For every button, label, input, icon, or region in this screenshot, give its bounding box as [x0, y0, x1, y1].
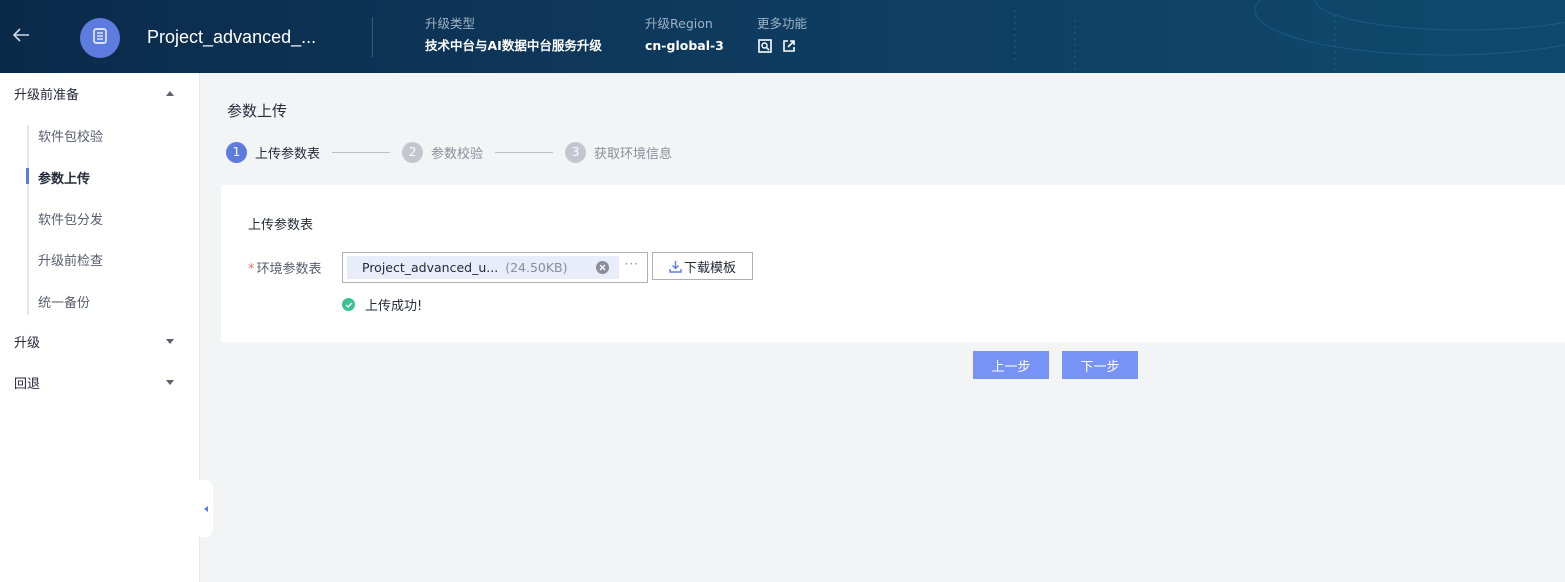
env-param-label-text: 环境参数表 — [256, 262, 322, 277]
sidebar-item-package-distribute[interactable]: 软件包分发 — [38, 209, 103, 228]
download-icon — [669, 260, 682, 273]
env-param-label: * 环境参数表 — [248, 258, 322, 277]
sidebar-group-upgrade[interactable]: 升级 — [14, 331, 184, 351]
chevron-left-icon — [204, 505, 208, 512]
sidebar-group-label: 回退 — [14, 376, 41, 392]
sidebar: 升级前准备 软件包校验 参数上传 软件包分发 升级前检查 统一备份 升级 回退 — [0, 73, 200, 582]
chevron-up-icon — [166, 90, 174, 96]
upgrade-region-label: 升级Region — [645, 16, 713, 31]
search-report-icon[interactable] — [757, 38, 773, 54]
step-label: 上传参数表 — [255, 146, 321, 162]
page-title: 参数上传 — [227, 102, 288, 120]
step-label: 参数校验 — [431, 146, 484, 162]
upgrade-region-field: 升级Region cn-global-3 — [645, 16, 724, 54]
uploaded-file-chip: Project_advanced_u... (24.50KB) — [347, 256, 619, 279]
more-files-button[interactable]: ··· — [625, 257, 639, 271]
back-button[interactable] — [8, 24, 34, 50]
upgrade-type-value: 技术中台与AI数据中台服务升级 — [425, 38, 602, 53]
document-icon — [91, 27, 109, 49]
sidebar-group-pre-upgrade[interactable]: 升级前准备 — [14, 83, 184, 103]
upgrade-type-field: 升级类型 技术中台与AI数据中台服务升级 — [425, 16, 602, 54]
chevron-down-icon — [166, 379, 174, 385]
step-number: 3 — [565, 141, 587, 163]
external-link-icon[interactable] — [781, 38, 797, 54]
more-functions-field: 更多功能 — [757, 16, 807, 54]
step-connector — [495, 151, 554, 153]
step-1: 1 上传参数表 — [226, 141, 321, 163]
top-header: Project_advanced_... 升级类型 技术中台与AI数据中台服务升… — [0, 0, 1565, 73]
step-label: 获取环境信息 — [594, 146, 673, 162]
upgrade-region-value: cn-global-3 — [645, 38, 724, 53]
more-functions-label: 更多功能 — [757, 16, 808, 31]
file-name: Project_advanced_u... — [362, 260, 499, 275]
back-arrow-icon — [12, 28, 30, 46]
active-indicator — [26, 168, 29, 184]
header-decoration — [1014, 0, 1565, 70]
download-template-label: 下载模板 — [683, 260, 736, 276]
card-title: 上传参数表 — [248, 218, 314, 233]
header-divider — [372, 17, 373, 57]
success-check-icon — [342, 298, 355, 311]
step-number: 1 — [226, 141, 247, 163]
success-text: 上传成功! — [365, 299, 423, 314]
submenu-track — [27, 125, 29, 315]
download-template-button[interactable]: 下载模板 — [652, 252, 753, 280]
sidebar-group-label: 升级 — [14, 335, 41, 351]
sidebar-item-package-verify[interactable]: 软件包校验 — [38, 126, 103, 145]
sidebar-group-rollback[interactable]: 回退 — [14, 372, 184, 392]
required-mark: * — [248, 262, 255, 277]
next-step-button[interactable]: 下一步 — [1062, 351, 1138, 379]
upload-card: 上传参数表 * 环境参数表 Project_advanced_u... (24.5… — [221, 185, 1565, 342]
step-connector — [332, 151, 391, 153]
sidebar-item-pre-check[interactable]: 升级前检查 — [38, 250, 103, 269]
stepper: 1 上传参数表 2 参数校验 3 获取环境信息 — [226, 141, 672, 163]
upload-success-message: 上传成功! — [342, 295, 422, 314]
prev-step-button[interactable]: 上一步 — [973, 351, 1049, 379]
chevron-down-icon — [166, 338, 174, 344]
sidebar-item-unified-backup[interactable]: 统一备份 — [38, 292, 90, 311]
step-3: 3 获取环境信息 — [565, 141, 673, 163]
step-2: 2 参数校验 — [402, 141, 484, 163]
project-title: Project_advanced_... — [147, 27, 317, 47]
remove-file-icon[interactable] — [596, 261, 609, 274]
upgrade-type-label: 升级类型 — [425, 16, 476, 31]
file-size: (24.50KB) — [505, 260, 568, 275]
project-avatar — [80, 18, 120, 58]
sidebar-group-label: 升级前准备 — [14, 87, 80, 103]
step-number: 2 — [402, 141, 424, 163]
sidebar-collapse-handle[interactable] — [199, 480, 213, 537]
file-upload-input[interactable]: Project_advanced_u... (24.50KB) ··· — [342, 252, 648, 283]
sidebar-item-param-upload[interactable]: 参数上传 — [38, 168, 90, 187]
